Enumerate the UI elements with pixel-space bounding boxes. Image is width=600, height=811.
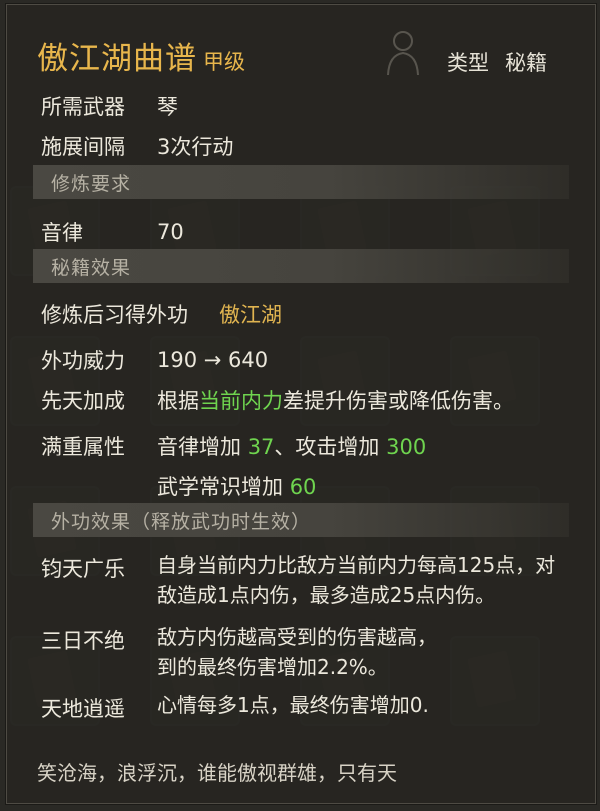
innate-label: 先天加成 <box>41 389 125 413</box>
effect-text-2-line2: 到的最终伤害增加2.2%。 <box>157 655 388 679</box>
required-weapon-label: 所需武器 <box>41 95 125 119</box>
learn-value: 傲江湖 <box>219 303 282 327</box>
requirement-row: 音律 70 <box>41 217 184 247</box>
type-value: 秘籍 <box>505 51 547 75</box>
section-external-effects: 外功效果（释放武功时生效） <box>33 503 569 537</box>
effect-text-2-line1: 敌方内伤越高受到的伤害越高， <box>157 625 437 649</box>
full-attr-label: 满重属性 <box>41 435 125 459</box>
full-attr-line1-b-val: 300 <box>386 435 427 459</box>
innate-highlight: 当前内力 <box>199 389 283 413</box>
full-attr-line1-a-val: 37 <box>247 435 275 459</box>
character-silhouette-icon <box>387 31 419 76</box>
type-row: 类型 秘籍 <box>447 47 547 77</box>
effect-text-3: 心情每多1点，最终伤害增加0. <box>157 690 587 720</box>
full-attr-line1-sep: 、攻击增加 <box>274 435 380 459</box>
effect-text-2: 敌方内伤越高受到的伤害越高， 到的最终伤害增加2.2%。 <box>157 622 587 682</box>
section-effects: 秘籍效果 <box>33 249 569 283</box>
required-weapon-row: 所需武器 琴 <box>41 91 178 121</box>
innate-text-post: 差提升伤害或降低伤害。 <box>283 389 514 413</box>
cast-interval-label: 施展间隔 <box>41 135 125 159</box>
full-attr-row: 满重属性 音律增加 37、攻击增加 300 <box>41 431 426 461</box>
full-attr-line2-text: 武学常识增加 <box>157 475 283 499</box>
effect-label-2: 三日不绝 <box>41 629 125 653</box>
effect-text-1-line2: 敌造成1点内伤，最多造成25点内伤。 <box>157 583 496 607</box>
title-row: 傲江湖曲谱 甲级 <box>37 33 245 78</box>
learn-label: 修炼后习得外功 <box>41 303 188 327</box>
innate-row: 先天加成 根据当前内力差提升伤害或降低伤害。 <box>41 385 514 415</box>
section-requirements: 修炼要求 <box>33 165 569 199</box>
cast-interval-value: 3次行动 <box>157 135 234 159</box>
effect-text-1-line1: 自身当前内力比敌方当前内力每高125点，对 <box>157 553 556 577</box>
power-label: 外功威力 <box>41 349 125 373</box>
power-row: 外功威力 190 → 640 <box>41 345 268 375</box>
effect-text-3-line1: 心情每多1点，最终伤害增加0. <box>157 693 429 717</box>
type-label: 类型 <box>447 51 489 75</box>
flavor-text: 笑沧海，浪浮沉，谁能傲视群雄，只有天 <box>37 761 397 785</box>
power-value: 190 → 640 <box>157 348 269 372</box>
effect-label-1: 钧天广乐 <box>41 557 125 581</box>
skill-tooltip-panel: 傲江湖曲谱 甲级 类型 秘籍 所需武器 琴 施展间隔 3次行动 修炼要求 音律 … <box>6 4 596 804</box>
learn-row: 修炼后习得外功 傲江湖 <box>41 299 282 329</box>
required-weapon-value: 琴 <box>157 95 178 119</box>
skill-grade: 甲级 <box>203 50 245 74</box>
effect-text-1: 自身当前内力比敌方当前内力每高125点，对 敌造成1点内伤，最多造成25点内伤。 <box>157 550 587 610</box>
requirement-value: 70 <box>157 220 184 244</box>
innate-text-pre: 根据 <box>157 389 199 413</box>
skill-title: 傲江湖曲谱 <box>37 41 197 77</box>
full-attr-line2: 武学常识增加 60 <box>157 471 316 501</box>
cast-interval-row: 施展间隔 3次行动 <box>41 131 233 161</box>
effect-label-3: 天地逍遥 <box>41 697 125 721</box>
requirement-label: 音律 <box>41 221 83 245</box>
full-attr-line2-val: 60 <box>289 475 317 499</box>
full-attr-line1-a: 音律增加 <box>157 435 241 459</box>
